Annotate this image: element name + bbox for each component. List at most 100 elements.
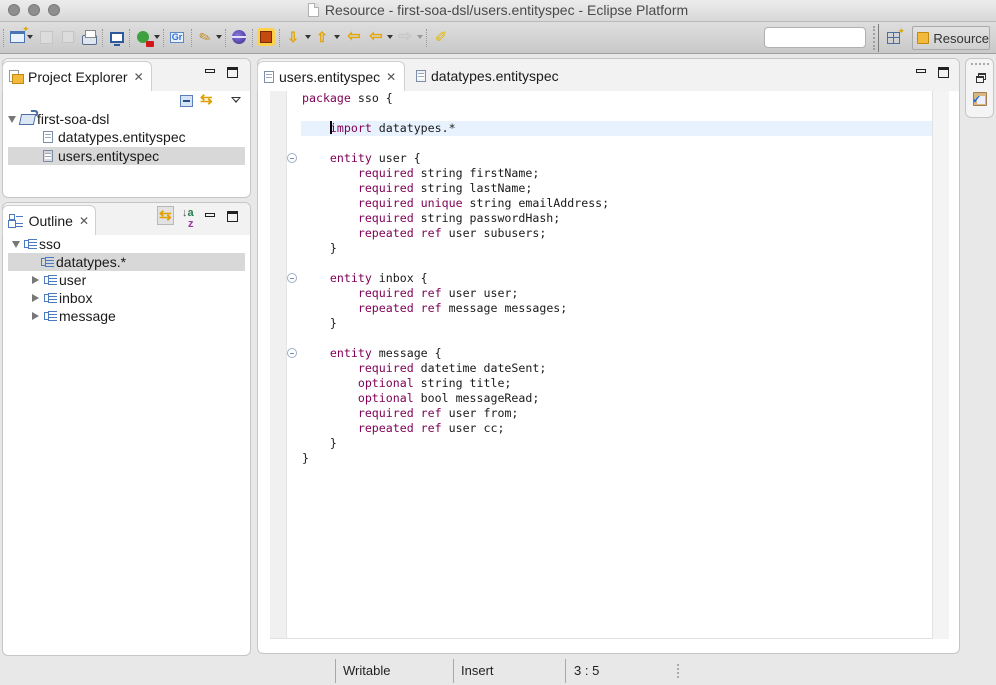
annotation-ruler[interactable] (270, 91, 287, 638)
tab-users-entityspec[interactable]: users.entityspec ✕ (257, 61, 405, 91)
resource-perspective-button[interactable]: Resource (912, 26, 990, 50)
fold-toggle-icon[interactable] (287, 153, 297, 163)
close-icon[interactable]: ✕ (79, 214, 89, 228)
code-line[interactable] (302, 136, 932, 151)
code-line[interactable]: required string passwordHash; (302, 211, 932, 226)
code-line[interactable]: optional string title; (302, 376, 932, 391)
minimize-editor-button[interactable] (916, 69, 926, 73)
status-grip[interactable] (677, 664, 679, 678)
maximize-view-button[interactable] (227, 67, 238, 78)
code-line[interactable]: required datetime dateSent; (302, 361, 932, 376)
previous-annotation-button[interactable]: ⇧ (313, 28, 331, 46)
outline-item-package[interactable]: sso (12, 235, 245, 253)
tree-item-file[interactable]: datatypes.entityspec (8, 128, 245, 146)
link-with-editor-button[interactable]: ⇆ (200, 92, 213, 107)
outline-item-entity[interactable]: inbox (8, 289, 245, 307)
new-wizard-button[interactable] (8, 25, 29, 46)
minimize-view-button[interactable] (205, 69, 215, 73)
expand-toggle-icon[interactable] (32, 294, 39, 302)
code-line[interactable] (302, 106, 932, 121)
code-line[interactable]: entity user { (287, 151, 932, 166)
outline-item-label: message (59, 308, 116, 324)
code-token: message { (371, 346, 442, 360)
external-tools-dropdown[interactable] (216, 35, 222, 39)
tab-project-explorer[interactable]: Project Explorer ✕ (2, 61, 152, 91)
code-line[interactable]: optional bool messageRead; (302, 391, 932, 406)
tree-item-project[interactable]: first-soa-dsl (8, 110, 245, 128)
keyword-token: repeated (357, 421, 414, 435)
code-line[interactable]: repeated ref user subusers; (302, 226, 932, 241)
quick-access-input[interactable] (764, 27, 866, 48)
code-token: user cc; (441, 421, 505, 435)
code-line[interactable]: package sso { (302, 91, 932, 106)
maximize-view-button[interactable] (227, 211, 238, 222)
view-menu-button[interactable] (231, 97, 241, 103)
tree-item-file-selected[interactable]: users.entityspec (8, 147, 245, 165)
expand-toggle-icon[interactable] (12, 240, 20, 248)
trim-grip[interactable] (971, 63, 989, 65)
outline-item-entity[interactable]: user (8, 271, 245, 289)
expand-toggle-icon[interactable] (8, 115, 16, 123)
save-button[interactable] (37, 28, 55, 46)
code-line[interactable]: } (302, 436, 932, 451)
tab-outline[interactable]: Outline ✕ (2, 205, 96, 235)
previous-annotation-dropdown[interactable] (334, 35, 340, 39)
fold-toggle-icon[interactable] (287, 348, 297, 358)
collapse-all-button[interactable] (180, 95, 193, 107)
forward-dropdown[interactable] (417, 35, 423, 39)
run-dropdown[interactable] (154, 35, 160, 39)
outline-item-import-selected[interactable]: datatypes.* (8, 253, 245, 271)
close-icon[interactable]: ✕ (134, 70, 144, 84)
code-line[interactable]: } (302, 316, 932, 331)
overview-ruler[interactable] (933, 91, 949, 639)
close-icon[interactable]: ✕ (386, 70, 396, 84)
run-button[interactable] (134, 28, 154, 47)
code-line[interactable]: required ref user user; (302, 286, 932, 301)
link-with-editor-toggle[interactable]: ⇆ (157, 206, 174, 225)
last-edit-location-button[interactable]: ⇦ (345, 28, 363, 46)
fold-toggle-icon[interactable] (287, 273, 297, 283)
next-annotation-button[interactable]: ⇩ (284, 28, 302, 46)
code-line[interactable]: repeated ref message messages; (302, 301, 932, 316)
new-grammar-button[interactable]: Gr (168, 28, 186, 46)
code-line[interactable]: import datatypes.* (301, 121, 932, 136)
open-console-button[interactable] (108, 28, 126, 46)
code-line[interactable]: } (302, 241, 932, 256)
forward-button[interactable]: ⇨ (396, 28, 414, 46)
code-line[interactable]: entity inbox { (287, 271, 932, 286)
maximize-editor-button[interactable] (938, 67, 949, 78)
back-button[interactable]: ⇦ (367, 28, 385, 46)
code-line[interactable]: required string firstName; (302, 166, 932, 181)
save-all-button[interactable] (59, 28, 77, 46)
code-editor[interactable]: package sso { import datatypes.* entity … (270, 91, 933, 639)
code-line[interactable]: entity message { (287, 346, 932, 361)
tab-datatypes-entityspec[interactable]: datatypes.entityspec (410, 61, 565, 91)
expand-toggle-icon[interactable] (32, 312, 39, 320)
marketplace-button[interactable] (230, 28, 248, 46)
code-line[interactable] (302, 331, 932, 346)
back-dropdown[interactable] (387, 35, 393, 39)
next-annotation-dropdown[interactable] (305, 35, 311, 39)
open-perspective-button[interactable]: ✦ (887, 26, 905, 45)
restore-icon[interactable] (976, 73, 986, 83)
outline-item-entity[interactable]: message (8, 307, 245, 325)
code-line[interactable]: } (302, 451, 932, 466)
new-wizard-dropdown[interactable] (27, 35, 33, 39)
code-line[interactable]: required ref user from; (302, 406, 932, 421)
code-line[interactable]: required string lastName; (302, 181, 932, 196)
toolbar-grip[interactable] (873, 26, 875, 50)
code-line[interactable]: repeated ref user cc; (302, 421, 932, 436)
code-line[interactable]: required unique string emailAddress; (302, 196, 932, 211)
code-text[interactable]: package sso { import datatypes.* entity … (287, 91, 932, 466)
mark-occurrences-toggle[interactable] (257, 28, 275, 46)
minimize-view-button[interactable] (205, 213, 215, 217)
pin-editor-button[interactable]: ✐ (432, 28, 450, 46)
external-tools-button[interactable]: ✎ (196, 27, 214, 46)
sort-button[interactable]: ↓a z (182, 208, 194, 230)
expand-toggle-icon[interactable] (32, 276, 39, 284)
tasks-icon[interactable] (972, 92, 987, 106)
code-line[interactable] (302, 256, 932, 271)
print-button[interactable] (80, 28, 98, 46)
